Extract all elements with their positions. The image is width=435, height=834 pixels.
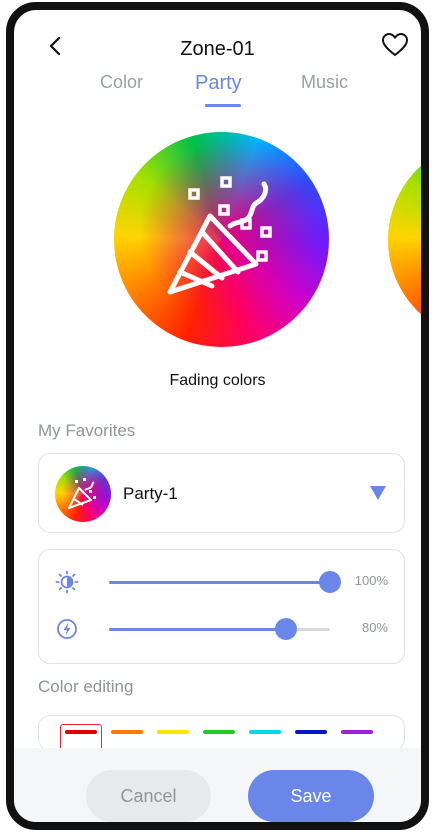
brightness-slider[interactable] <box>109 571 341 593</box>
party-popper-icon <box>167 176 272 295</box>
action-bar: Cancel Save <box>14 748 421 822</box>
effect-name: Fading colors <box>169 372 266 389</box>
color-swatch[interactable] <box>341 730 373 734</box>
speed-slider-thumb[interactable] <box>274 618 297 640</box>
brightness-icon <box>55 570 79 594</box>
tab-bar: Color Party Music <box>14 70 421 110</box>
speed-slider-fill <box>109 628 286 631</box>
cancel-button[interactable]: Cancel <box>86 770 211 822</box>
tab-music[interactable]: Music <box>301 72 348 93</box>
speed-slider-row: 80% <box>39 614 404 644</box>
favorite-thumbnail <box>55 466 111 522</box>
selected-swatch-frame <box>60 724 102 750</box>
tab-color[interactable]: Color <box>100 72 143 93</box>
lightning-icon <box>57 619 77 639</box>
brightness-value: 100% <box>354 573 388 588</box>
effect-preview[interactable] <box>114 132 329 347</box>
speed-value: 80% <box>361 620 388 635</box>
save-button[interactable]: Save <box>248 770 374 822</box>
favorites-dropdown[interactable]: Party-1 <box>38 453 405 533</box>
color-swatch[interactable] <box>295 730 327 734</box>
heart-outline-icon[interactable] <box>381 32 409 58</box>
color-editing-label: Color editing <box>38 677 134 696</box>
brightness-slider-fill <box>109 581 330 584</box>
favorite-name: Party-1 <box>123 484 178 503</box>
speed-slider[interactable] <box>109 618 330 640</box>
phone-frame: Zone-01 Color Party Music Fading colors … <box>6 2 429 830</box>
party-popper-icon <box>68 478 96 509</box>
next-effect-preview[interactable] <box>388 140 421 340</box>
tab-party[interactable]: Party <box>195 72 242 95</box>
color-swatch[interactable] <box>203 730 235 734</box>
sliders-panel: 100% 80% <box>38 549 405 664</box>
brightness-slider-row: 100% <box>39 567 404 597</box>
color-swatch[interactable] <box>249 730 281 734</box>
tab-active-indicator <box>205 104 241 107</box>
color-swatch-strip <box>38 715 405 751</box>
color-swatch[interactable] <box>157 730 189 734</box>
favorites-label: My Favorites <box>38 421 136 440</box>
brightness-slider-thumb[interactable] <box>319 571 341 593</box>
color-swatch[interactable] <box>111 730 143 734</box>
triangle-down-icon[interactable] <box>370 486 386 500</box>
page-title: Zone-01 <box>180 38 255 60</box>
